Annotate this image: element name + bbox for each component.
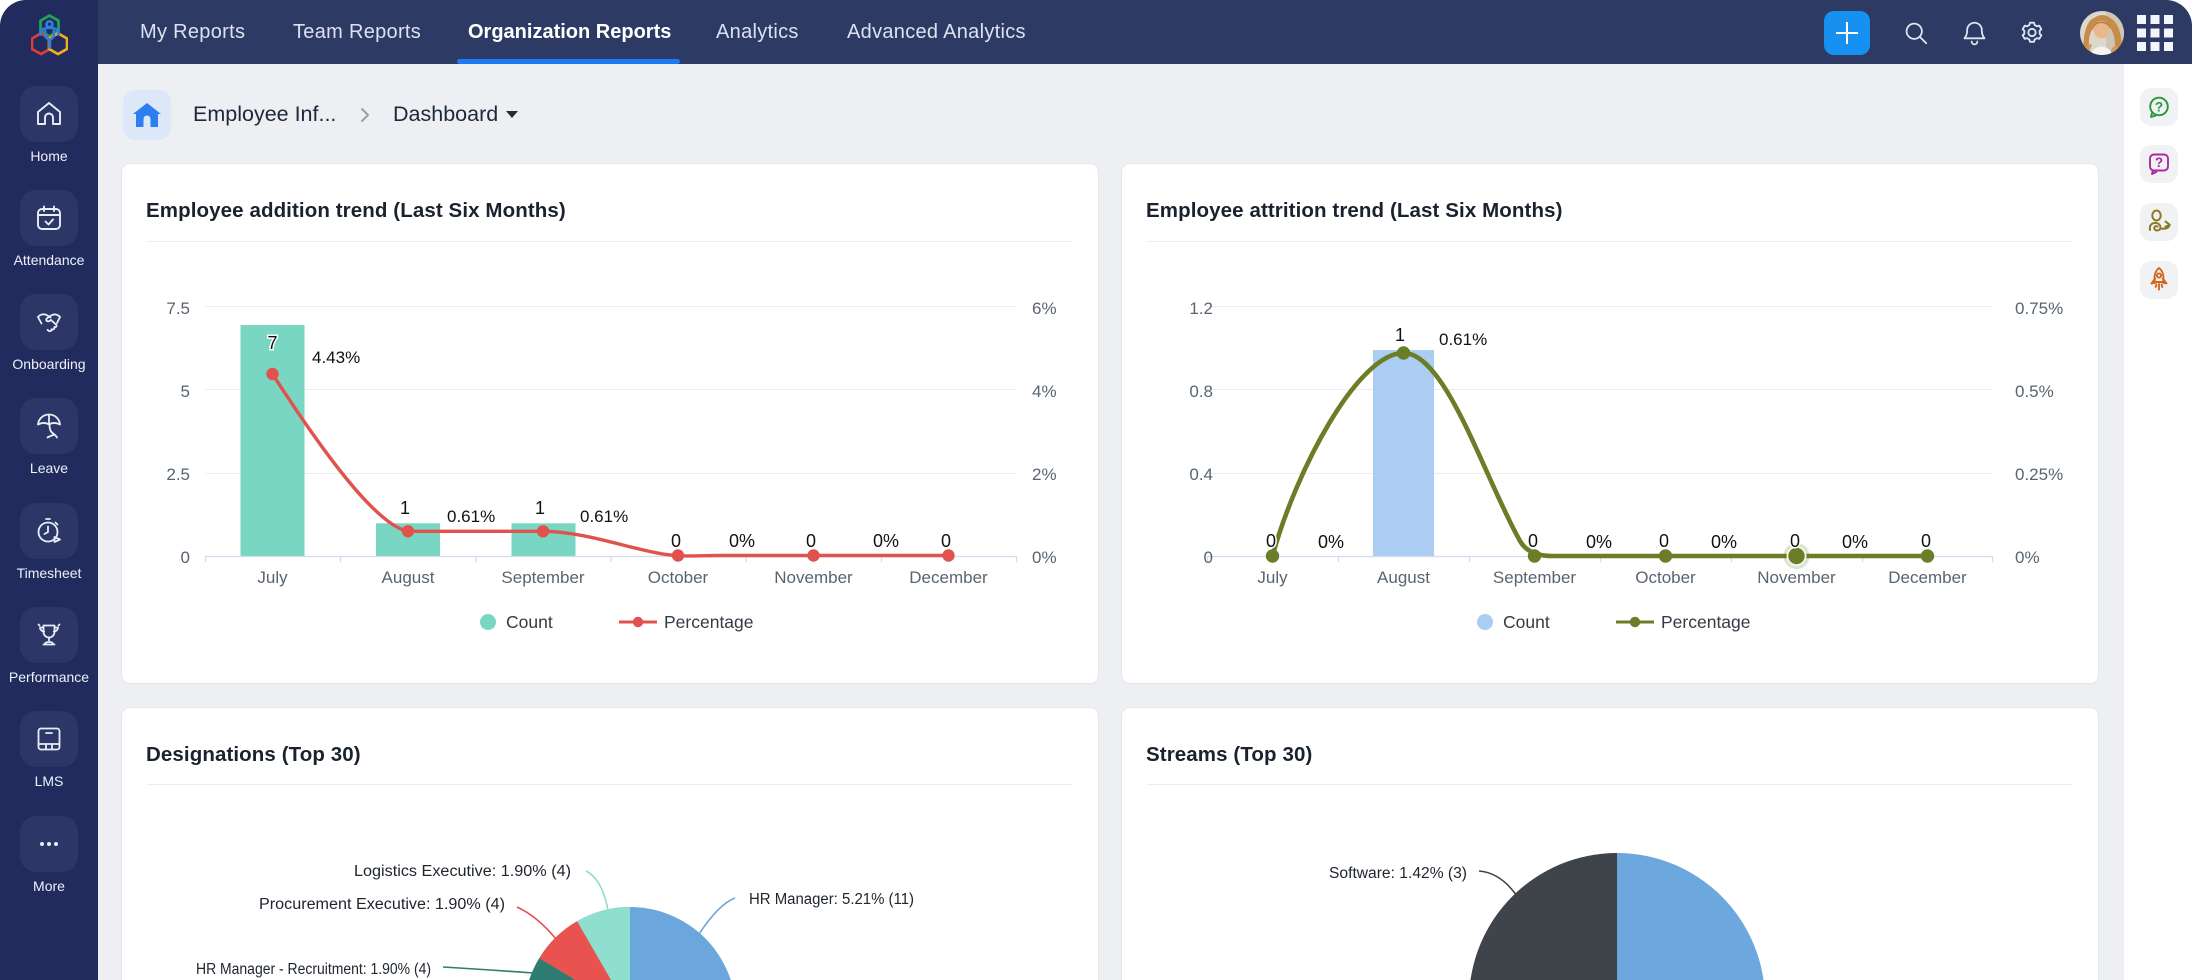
svg-text:December: December	[1888, 568, 1967, 587]
svg-text:0%: 0%	[729, 531, 755, 551]
svg-text:1: 1	[535, 498, 545, 518]
svg-text:Percentage: Percentage	[1661, 612, 1751, 632]
svg-text:0.4: 0.4	[1189, 465, 1213, 484]
svg-text:0.75%: 0.75%	[2015, 299, 2063, 318]
svg-text:0: 0	[941, 531, 951, 551]
svg-text:0: 0	[1266, 531, 1276, 551]
svg-text:0%: 0%	[2015, 548, 2040, 567]
svg-text:0: 0	[181, 548, 190, 567]
svg-text:6%: 6%	[1032, 299, 1057, 318]
svg-text:0%: 0%	[1842, 532, 1868, 552]
svg-text:0.8: 0.8	[1189, 382, 1213, 401]
svg-text:November: November	[774, 568, 853, 587]
svg-text:December: December	[909, 568, 988, 587]
svg-text:Count: Count	[1503, 612, 1550, 632]
svg-text:?: ?	[2155, 100, 2163, 115]
svg-text:0: 0	[1790, 531, 1800, 551]
svg-text:1.2: 1.2	[1189, 299, 1213, 318]
svg-text:July: July	[257, 568, 288, 587]
svg-text:0%: 0%	[873, 531, 899, 551]
svg-text:0.61%: 0.61%	[580, 507, 628, 526]
svg-text:HR Manager - Recruitment: 1.90: HR Manager - Recruitment: 1.90% (4)	[196, 961, 431, 978]
svg-text:September: September	[1493, 568, 1576, 587]
svg-text:1: 1	[1395, 325, 1405, 345]
svg-text:Logistics Executive: 1.90% (4): Logistics Executive: 1.90% (4)	[354, 863, 571, 880]
svg-text:0.61%: 0.61%	[447, 507, 495, 526]
svg-text:7.5: 7.5	[166, 299, 190, 318]
svg-text:July: July	[1257, 568, 1288, 587]
svg-text:0%: 0%	[1586, 532, 1612, 552]
svg-text:Procurement Executive: 1.90% (: Procurement Executive: 1.90% (4)	[259, 896, 505, 913]
svg-text:7: 7	[267, 333, 277, 353]
svg-text:0.25%: 0.25%	[2015, 465, 2063, 484]
svg-text:5: 5	[181, 382, 190, 401]
svg-text:Software: 1.42% (3): Software: 1.42% (3)	[1329, 865, 1467, 882]
svg-text:0: 0	[1921, 531, 1931, 551]
svg-text:HR Manager: 5.21% (11): HR Manager: 5.21% (11)	[749, 891, 914, 908]
svg-text:0.61%: 0.61%	[1439, 330, 1487, 349]
svg-text:0.5%: 0.5%	[2015, 382, 2054, 401]
svg-text:0: 0	[1659, 531, 1669, 551]
svg-text:2.5: 2.5	[166, 465, 190, 484]
svg-text:August: August	[382, 568, 435, 587]
svg-text:4.43%: 4.43%	[312, 348, 360, 367]
svg-text:Count: Count	[506, 612, 553, 632]
svg-text:1: 1	[400, 498, 410, 518]
svg-text:August: August	[1377, 568, 1430, 587]
svg-text:2%: 2%	[1032, 465, 1057, 484]
svg-text:0%: 0%	[1711, 532, 1737, 552]
svg-text:0: 0	[1204, 548, 1213, 567]
svg-text:?: ?	[2155, 155, 2163, 170]
svg-text:October: October	[648, 568, 709, 587]
svg-text:0%: 0%	[1318, 532, 1344, 552]
svg-text:October: October	[1635, 568, 1696, 587]
svg-text:September: September	[501, 568, 584, 587]
svg-text:Percentage: Percentage	[664, 612, 754, 632]
svg-text:0: 0	[806, 531, 816, 551]
svg-text:0%: 0%	[1032, 548, 1057, 567]
svg-text:0: 0	[671, 531, 681, 551]
svg-text:4%: 4%	[1032, 382, 1057, 401]
svg-text:November: November	[1757, 568, 1836, 587]
svg-text:0: 0	[1528, 531, 1538, 551]
